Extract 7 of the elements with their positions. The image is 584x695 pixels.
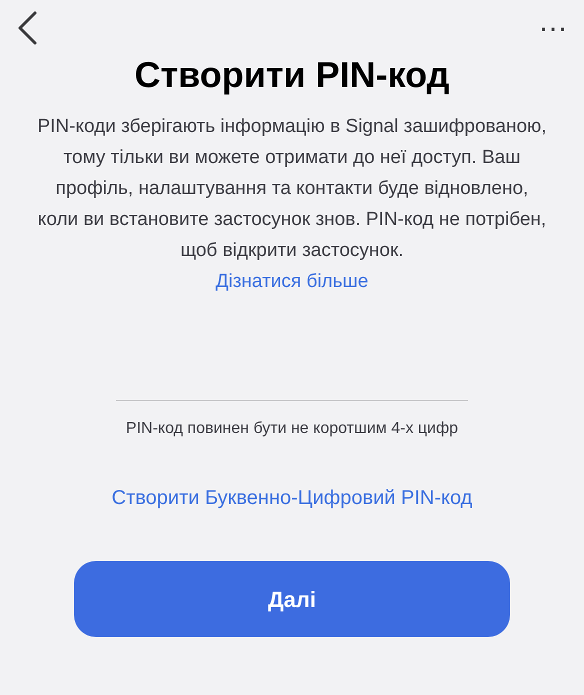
page-title: Створити PIN-код [134,53,450,97]
next-button[interactable]: Далі [74,561,510,637]
description-text: PIN-коди зберігають інформацію в Signal зашифрованою, тому тільки ви можете отримати до неї доступ. Ваш профіль, налаштування та контакти буде відновлено, коли ви встановите застосунок знов. PIN-код не потрібен, щоб відкрити застосунок. [37,115,547,263]
pin-hint-text: PIN-код повинен бути не коротшим 4-х цифр [124,419,460,439]
alphanumeric-pin-link[interactable]: Створити Буквенно-Цифровий PIN-код [112,483,472,513]
learn-more-link[interactable]: Дізнатися більше [216,266,368,297]
more-button[interactable]: … [538,7,568,49]
